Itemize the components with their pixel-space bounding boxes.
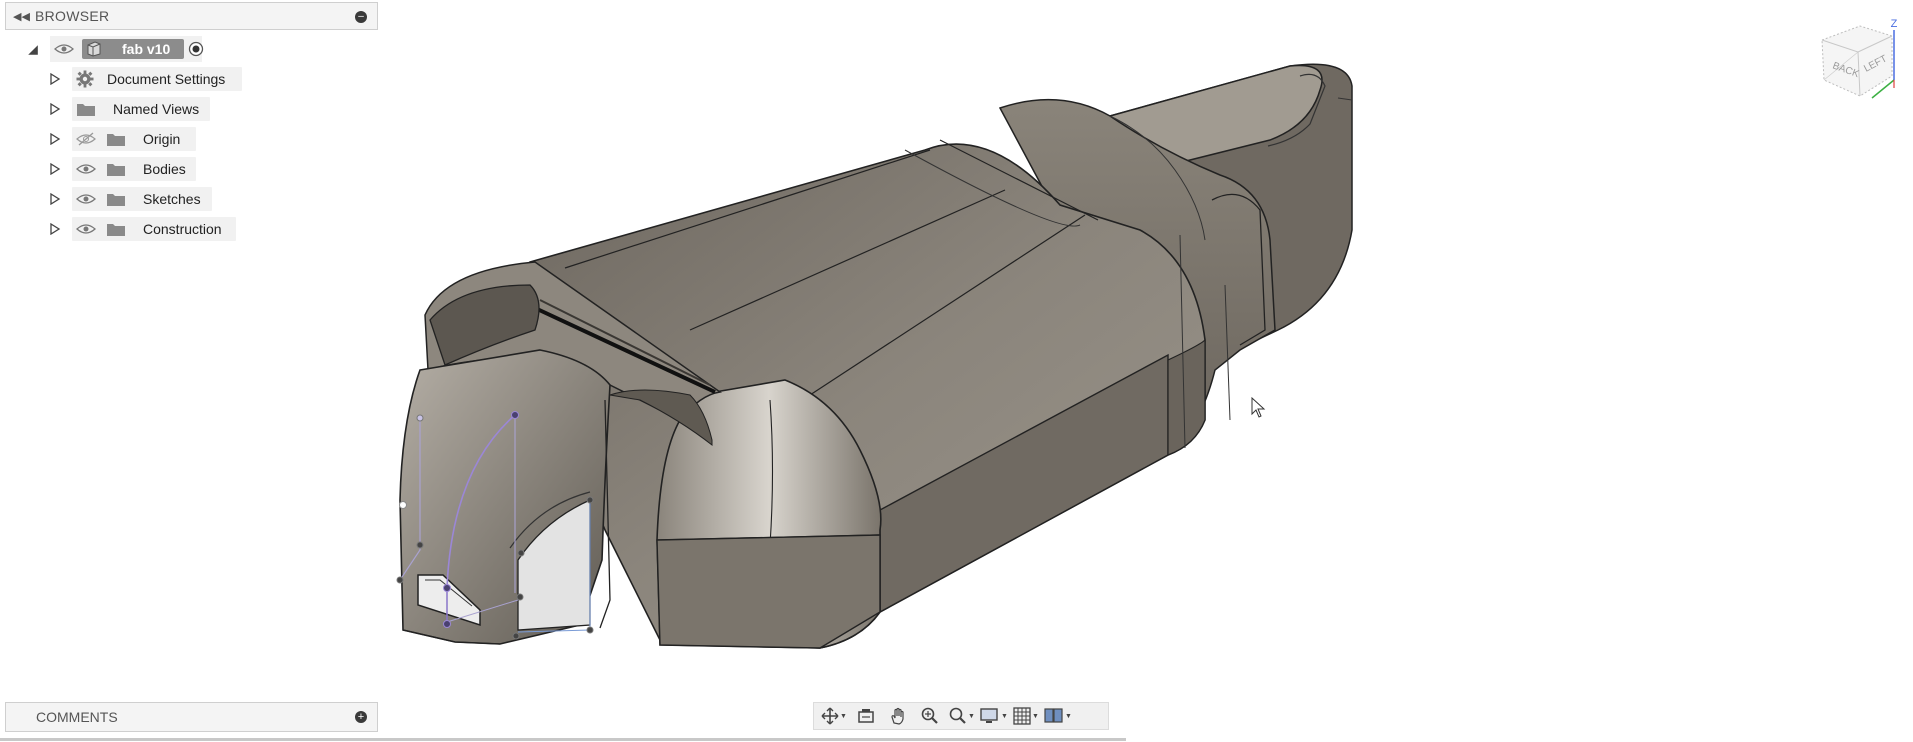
- zoom-button[interactable]: [914, 703, 946, 729]
- tree-item-origin[interactable]: Origin: [0, 126, 380, 152]
- construction-node[interactable]: Construction: [72, 217, 236, 241]
- browser-title: BROWSER: [35, 8, 110, 24]
- add-comment-button[interactable]: +: [355, 711, 367, 723]
- orbit-icon: [821, 707, 839, 725]
- display-settings-button[interactable]: ▼: [978, 703, 1010, 729]
- display-settings-icon: [980, 708, 998, 723]
- bodies-label: Bodies: [143, 161, 186, 177]
- pan-button[interactable]: [882, 703, 914, 729]
- tree-root-row[interactable]: fab v10: [0, 36, 380, 62]
- eye-icon[interactable]: [76, 192, 96, 206]
- zoom-window-button[interactable]: ▼: [946, 703, 978, 729]
- grid-snaps-button[interactable]: ▼: [1010, 703, 1042, 729]
- fusion-app: BACK LEFT Z ◀◀ BROWSER – fab v10 Documen…: [0, 0, 1913, 742]
- navigation-toolbar: ▼ ▼ ▼ ▼ ▼: [813, 702, 1109, 730]
- eye-hidden-icon[interactable]: [76, 132, 96, 146]
- eye-icon[interactable]: [76, 222, 96, 236]
- expand-triangle-icon[interactable]: [49, 163, 61, 175]
- expand-triangle-icon[interactable]: [49, 103, 61, 115]
- bodies-node[interactable]: Bodies: [72, 157, 196, 181]
- origin-label: Origin: [143, 131, 181, 147]
- root-node[interactable]: fab v10: [50, 36, 204, 62]
- root-component-label: fab v10: [122, 41, 171, 57]
- expand-triangle-icon[interactable]: [49, 223, 61, 235]
- document-settings-node[interactable]: Document Settings: [72, 67, 242, 91]
- pan-icon: [891, 707, 904, 725]
- origin-node[interactable]: Origin: [72, 127, 196, 151]
- gear-icon: [76, 70, 94, 88]
- grid-icon: [1013, 707, 1031, 725]
- viewcube-axis-z: Z: [1891, 18, 1898, 30]
- zoom-icon: [921, 707, 938, 724]
- construction-label: Construction: [143, 221, 222, 237]
- root-component-pill[interactable]: fab v10: [82, 39, 184, 59]
- folder-icon: [77, 104, 95, 116]
- expand-triangle-icon[interactable]: [49, 73, 61, 85]
- expand-triangle-icon[interactable]: [49, 193, 61, 205]
- viewports-icon: [1044, 708, 1063, 723]
- collapse-panel-icon[interactable]: ◀◀: [13, 10, 35, 23]
- eye-icon[interactable]: [54, 43, 74, 55]
- named-views-node[interactable]: Named Views: [72, 97, 210, 121]
- component-icon: [87, 41, 101, 57]
- document-settings-label: Document Settings: [107, 71, 226, 87]
- tree-item-construction[interactable]: Construction: [0, 216, 380, 242]
- tree-item-document-settings[interactable]: Document Settings: [0, 66, 380, 92]
- folder-icon: [107, 194, 125, 206]
- collapse-triangle-icon[interactable]: [27, 44, 39, 56]
- viewports-button[interactable]: ▼: [1042, 703, 1074, 729]
- view-cube[interactable]: BACK LEFT Z: [1810, 18, 1910, 114]
- comments-title: COMMENTS: [36, 709, 118, 725]
- mouse-cursor-icon: [1251, 397, 1266, 418]
- horizontal-scrollbar[interactable]: [0, 738, 1126, 741]
- eye-icon[interactable]: [76, 162, 96, 176]
- folder-icon: [107, 164, 125, 176]
- expand-triangle-icon[interactable]: [49, 133, 61, 145]
- folder-icon: [107, 224, 125, 236]
- tree-item-named-views[interactable]: Named Views: [0, 96, 380, 122]
- browser-panel-header: ◀◀ BROWSER –: [5, 2, 378, 30]
- sketches-label: Sketches: [143, 191, 201, 207]
- look-at-icon: [858, 709, 874, 723]
- tree-item-sketches[interactable]: Sketches: [0, 186, 380, 212]
- activate-radio-icon[interactable]: [188, 41, 204, 57]
- browser-minimize-button[interactable]: –: [355, 11, 367, 23]
- comments-panel-header: COMMENTS +: [5, 702, 378, 732]
- look-at-button[interactable]: [850, 703, 882, 729]
- zoom-window-icon: [949, 707, 966, 724]
- named-views-label: Named Views: [113, 101, 200, 117]
- tree-item-bodies[interactable]: Bodies: [0, 156, 380, 182]
- orbit-tool-button[interactable]: ▼: [818, 703, 850, 729]
- sketches-node[interactable]: Sketches: [72, 187, 212, 211]
- folder-icon: [107, 134, 125, 146]
